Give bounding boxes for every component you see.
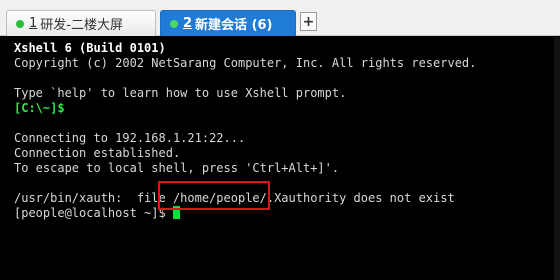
tab-number: 1 xyxy=(29,16,38,31)
terminal-scrollbar[interactable] xyxy=(554,37,560,280)
add-tab-button[interactable]: + xyxy=(300,12,317,31)
terminal-line: Connection established. xyxy=(14,146,181,160)
local-prompt: [C:\~]$ xyxy=(14,101,65,115)
terminal-cursor xyxy=(172,206,180,219)
tab-label: 新建会话 (6) xyxy=(195,18,273,33)
connection-status-icon xyxy=(16,19,24,28)
terminal-output[interactable]: Xshell 6 (Build 0101) Copyright (c) 2002… xyxy=(0,37,560,280)
tab-bar: 1 研发-二楼大屏 2 新建会话 (6) + xyxy=(0,0,560,36)
tab-number: 2 xyxy=(183,16,193,31)
remote-prompt: [people@localhost ~]$ xyxy=(14,206,173,220)
terminal-line: Copyright (c) 2002 NetSarang Computer, I… xyxy=(14,56,477,70)
shell-prompt-line[interactable]: [people@localhost ~]$ xyxy=(14,206,560,221)
terminal-line: Xshell 6 (Build 0101) xyxy=(14,41,166,55)
terminal-line: Connecting to 192.168.1.21:22... xyxy=(14,131,246,145)
terminal-line: To escape to local shell, press 'Ctrl+Al… xyxy=(14,161,340,175)
plus-icon: + xyxy=(302,13,315,30)
xauth-error-line: /usr/bin/xauth: file /home/people/.Xauth… xyxy=(14,191,455,205)
tab-session-2[interactable]: 2 新建会话 (6) xyxy=(160,10,296,36)
connection-status-icon xyxy=(170,19,178,28)
terminal-line: Type `help' to learn how to use Xshell p… xyxy=(14,86,347,100)
tab-label: 研发-二楼大屏 xyxy=(40,18,123,33)
tab-session-1[interactable]: 1 研发-二楼大屏 xyxy=(6,10,156,36)
